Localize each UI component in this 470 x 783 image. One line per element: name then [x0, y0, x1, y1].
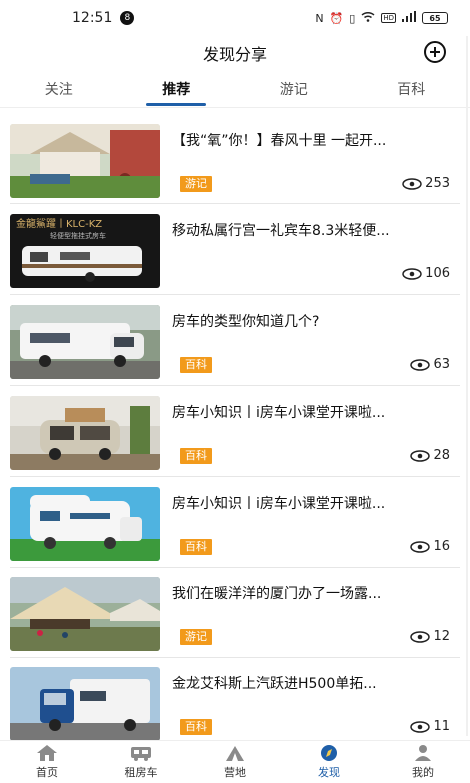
view-count-value: 253	[425, 176, 450, 191]
white-motorhome-photo	[10, 305, 160, 379]
vibrate-icon: ▯	[349, 11, 356, 25]
list-item[interactable]: 房车小知识丨i房车小课堂开课啦... 百科 16	[10, 487, 460, 567]
list-item[interactable]: 【我“氧”你！】春风十里 一起开... 游记 253	[10, 124, 460, 204]
trailer-ad-subheading: 轻便型拖挂式房车	[50, 231, 106, 240]
divider	[10, 567, 460, 568]
nav-campsite[interactable]: 营地	[188, 741, 282, 783]
hd-icon: HD	[381, 13, 396, 23]
alarm-icon: ⏰	[329, 11, 344, 25]
article-title: 金龙艾科斯上汽跃进H500单拓...	[172, 676, 377, 692]
eye-icon	[402, 267, 422, 280]
tab-encyclopedia[interactable]: 百科	[353, 70, 470, 107]
rv-icon	[131, 747, 151, 761]
view-count-value: 28	[433, 448, 450, 463]
list-item[interactable]: 房车的类型你知道几个? 百科 63	[10, 305, 460, 385]
eye-icon	[410, 720, 431, 733]
notification-badge: 8	[120, 11, 135, 25]
eye-icon	[410, 358, 431, 371]
nav-home[interactable]: 首页	[0, 741, 94, 783]
discover-icon	[321, 745, 337, 761]
view-count-value: 106	[425, 266, 450, 281]
article-title: 房车的类型你知道几个?	[172, 314, 320, 330]
tab-following[interactable]: 关注	[0, 70, 118, 107]
view-count: 253	[402, 176, 450, 191]
view-count: 28	[410, 448, 450, 463]
view-count: 12	[410, 629, 450, 644]
article-title: 【我“氧”你！】春风十里 一起开...	[172, 133, 387, 149]
camping-tent-photo	[10, 577, 160, 651]
blue-motorhome-photo	[10, 667, 160, 740]
list-item[interactable]: 房车小知识丨i房车小课堂开课啦... 百科 28	[10, 396, 460, 476]
divider	[10, 294, 460, 295]
wifi-icon	[361, 11, 375, 25]
trailer-ad-photo: 金龍鯊躍丨KLC-KZ 轻便型拖挂式房车	[10, 214, 160, 288]
view-count: 11	[410, 719, 450, 734]
nfc-icon: N	[315, 11, 324, 25]
status-time: 12:51	[72, 10, 113, 26]
tab-bar: 关注 推荐 游记 百科	[0, 70, 470, 108]
article-list: 【我“氧”你！】春风十里 一起开... 游记 253 金龍鯊躍丨KLC-KZ 轻便…	[0, 110, 470, 740]
article-title: 房车小知识丨i房车小课堂开课啦...	[172, 496, 386, 512]
view-count-value: 12	[433, 629, 450, 644]
nav-profile[interactable]: 我的	[376, 741, 470, 783]
list-item[interactable]: 金龍鯊躍丨KLC-KZ 轻便型拖挂式房车 移动私属行宫一礼宾车8.3米轻便... …	[10, 214, 460, 294]
eye-icon	[410, 630, 431, 643]
battery-icon: 65	[422, 12, 448, 24]
list-item[interactable]: 金龙艾科斯上汽跃进H500单拓... 百科 11	[10, 667, 460, 740]
nav-rent-rv[interactable]: 租房车	[94, 741, 188, 783]
article-title: 移动私属行宫一礼宾车8.3米轻便...	[172, 223, 390, 239]
article-tag: 游记	[180, 176, 212, 192]
home-icon	[37, 745, 57, 761]
campsite-icon	[226, 746, 244, 761]
user-icon	[415, 745, 431, 761]
garden-rv-photo	[10, 124, 160, 198]
plus-circle-icon[interactable]	[424, 41, 446, 63]
list-item[interactable]: 我们在暖洋洋的厦门办了一场露... 游记 12	[10, 577, 460, 657]
article-tag: 百科	[180, 448, 212, 464]
bottom-nav: 首页 租房车 营地 发现 我的	[0, 740, 470, 783]
view-count: 16	[410, 539, 450, 554]
nav-label: 租房车	[124, 766, 158, 779]
divider	[10, 476, 460, 477]
status-bar: 12:51 8 N ⏰ ▯ HD 65	[0, 0, 470, 36]
view-count: 106	[402, 266, 450, 281]
vintage-van-photo	[10, 396, 160, 470]
view-count-value: 11	[433, 719, 450, 734]
tab-recommended[interactable]: 推荐	[118, 70, 236, 107]
divider	[10, 203, 460, 204]
status-icons: N ⏰ ▯ HD 65	[315, 11, 448, 25]
article-tag: 百科	[180, 539, 212, 555]
article-title: 房车小知识丨i房车小课堂开课啦...	[172, 405, 386, 421]
nav-label: 营地	[224, 766, 246, 779]
eye-icon	[402, 177, 422, 190]
view-count: 63	[410, 357, 450, 372]
page-title: 发现分享	[202, 45, 267, 64]
nav-label: 发现	[318, 766, 340, 779]
eye-icon	[410, 540, 431, 553]
article-tag: 百科	[180, 719, 212, 735]
article-title: 我们在暖洋洋的厦门办了一场露...	[172, 586, 382, 602]
header: 发现分享	[0, 36, 470, 70]
divider	[10, 385, 460, 386]
nav-discover[interactable]: 发现	[282, 741, 376, 783]
view-count-value: 63	[433, 357, 450, 372]
eye-icon	[410, 449, 431, 462]
article-tag: 百科	[180, 357, 212, 373]
nav-label: 首页	[36, 766, 58, 779]
nav-label: 我的	[412, 766, 434, 779]
view-count-value: 16	[433, 539, 450, 554]
trailer-ad-heading: 金龍鯊躍丨KLC-KZ	[16, 217, 102, 230]
illustrated-rv-photo	[10, 487, 160, 561]
tab-travelogue[interactable]: 游记	[235, 70, 353, 107]
article-tag: 游记	[180, 629, 212, 645]
divider	[10, 657, 460, 658]
signal-icon	[402, 11, 416, 25]
